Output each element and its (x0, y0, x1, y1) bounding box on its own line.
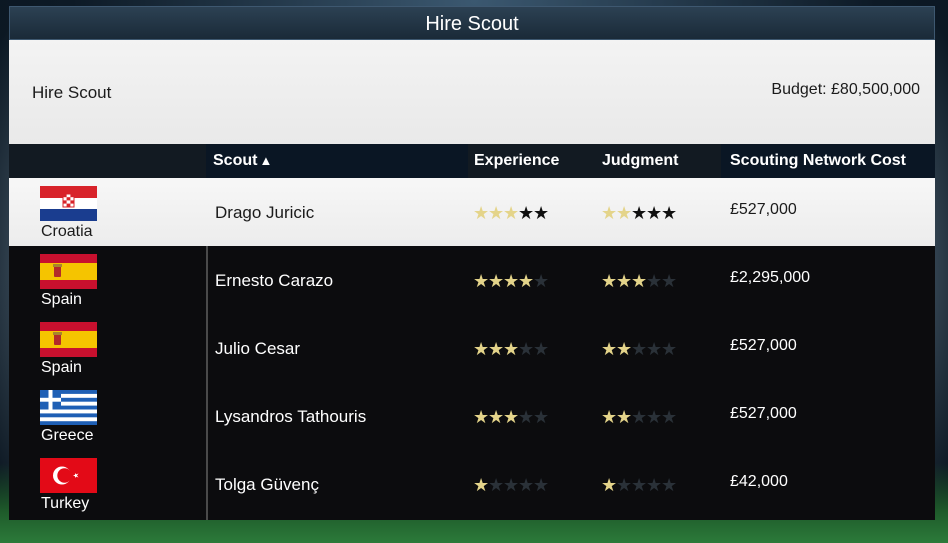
star-empty-icon: ★ (518, 475, 535, 495)
scout-cost: £527,000 (730, 201, 797, 218)
column-header-judgment[interactable]: Judgment (602, 152, 678, 170)
scout-country: Greece (41, 427, 94, 444)
star-empty-icon: ★ (661, 271, 678, 291)
star-filled-icon: ★ (488, 203, 505, 223)
turkey-flag (40, 458, 97, 493)
scout-row[interactable]: Croatia Drago Juricic ★★★★★ ★★★★★ £527,000 (9, 178, 935, 246)
scout-cost: £42,000 (730, 473, 788, 490)
judgment-rating: ★★★★★ (601, 271, 678, 291)
screen-title: Hire Scout (9, 6, 935, 40)
greece-flag (40, 390, 97, 425)
column-header-cost[interactable]: Scouting Network Cost (730, 152, 906, 170)
scout-country: Croatia (41, 223, 93, 240)
judgment-rating: ★★★★★ (601, 407, 678, 427)
star-empty-icon: ★ (533, 339, 550, 359)
star-empty-icon: ★ (646, 407, 663, 427)
star-filled-icon: ★ (503, 339, 520, 359)
judgment-rating: ★★★★★ (601, 475, 678, 495)
scout-name: Julio Cesar (215, 339, 301, 358)
scout-row[interactable]: Spain Julio Cesar ★★★★★ ★★★★★ £527,000 (9, 314, 935, 382)
star-filled-icon: ★ (616, 407, 633, 427)
star-empty-icon: ★ (661, 203, 678, 223)
scout-country: Turkey (41, 495, 90, 512)
star-filled-icon: ★ (473, 339, 490, 359)
star-filled-icon: ★ (616, 271, 633, 291)
star-empty-icon: ★ (631, 407, 648, 427)
scout-row[interactable]: Greece Lysandros Tathouris ★★★★★ ★★★★★ £527,… (9, 382, 935, 450)
column-scout-label: Scout (213, 152, 258, 169)
star-filled-icon: ★ (488, 271, 505, 291)
star-empty-icon: ★ (533, 475, 550, 495)
star-filled-icon: ★ (601, 203, 618, 223)
star-empty-icon: ★ (518, 339, 535, 359)
scout-cost: £2,295,000 (730, 269, 811, 286)
star-filled-icon: ★ (473, 407, 490, 427)
star-filled-icon: ★ (616, 339, 633, 359)
star-filled-icon: ★ (488, 339, 505, 359)
star-filled-icon: ★ (488, 407, 505, 427)
scout-country: Spain (41, 359, 82, 376)
scout-cost: £527,000 (730, 405, 797, 422)
scout-name: Drago Juricic (215, 203, 315, 222)
star-empty-icon: ★ (533, 407, 550, 427)
spain-flag (40, 322, 97, 357)
scout-row[interactable]: Turkey Tolga Güvenç ★★★★★ ★★★★★ £42,000 (9, 450, 935, 518)
star-empty-icon: ★ (488, 475, 505, 495)
star-empty-icon: ★ (616, 475, 633, 495)
star-filled-icon: ★ (503, 203, 520, 223)
scout-country: Spain (41, 291, 82, 308)
scout-name: Lysandros Tathouris (215, 407, 367, 426)
star-filled-icon: ★ (601, 271, 618, 291)
star-filled-icon: ★ (473, 203, 490, 223)
star-filled-icon: ★ (616, 203, 633, 223)
experience-rating: ★★★★★ (473, 203, 550, 223)
sort-ascending-icon: ▲ (259, 153, 273, 168)
star-filled-icon: ★ (473, 271, 490, 291)
star-empty-icon: ★ (503, 475, 520, 495)
star-empty-icon: ★ (533, 271, 550, 291)
experience-rating: ★★★★★ (473, 339, 550, 359)
star-filled-icon: ★ (473, 475, 490, 495)
column-header-scout[interactable]: Scout ▲ (213, 152, 272, 170)
experience-rating: ★★★★★ (473, 407, 550, 427)
table-header: Scout ▲ Experience Judgment Scouting Netw… (9, 144, 935, 178)
star-empty-icon: ★ (631, 475, 648, 495)
column-header-experience[interactable]: Experience (474, 152, 559, 170)
budget-label: Budget: £80,500,000 (771, 81, 920, 98)
star-empty-icon: ★ (646, 339, 663, 359)
scout-row[interactable]: Spain Ernesto Carazo ★★★★★ ★★★★★ £2,295,000 (9, 246, 935, 314)
star-empty-icon: ★ (661, 339, 678, 359)
star-filled-icon: ★ (631, 271, 648, 291)
star-empty-icon: ★ (518, 407, 535, 427)
scout-cost: £527,000 (730, 337, 797, 354)
star-empty-icon: ★ (518, 203, 535, 223)
judgment-rating: ★★★★★ (601, 203, 678, 223)
star-filled-icon: ★ (503, 271, 520, 291)
star-empty-icon: ★ (646, 271, 663, 291)
star-empty-icon: ★ (631, 203, 648, 223)
star-empty-icon: ★ (646, 475, 663, 495)
star-filled-icon: ★ (518, 271, 535, 291)
star-filled-icon: ★ (601, 407, 618, 427)
star-empty-icon: ★ (661, 407, 678, 427)
star-empty-icon: ★ (631, 339, 648, 359)
panel-title: Hire Scout (32, 83, 112, 102)
judgment-rating: ★★★★★ (601, 339, 678, 359)
croatia-flag (40, 186, 97, 221)
star-filled-icon: ★ (601, 339, 618, 359)
scout-table: Scout ▲ Experience Judgment Scouting Netw… (9, 144, 935, 520)
star-filled-icon: ★ (503, 407, 520, 427)
star-filled-icon: ★ (601, 475, 618, 495)
spain-flag (40, 254, 97, 289)
scout-name: Tolga Güvenç (215, 475, 319, 494)
star-empty-icon: ★ (533, 203, 550, 223)
experience-rating: ★★★★★ (473, 475, 550, 495)
experience-rating: ★★★★★ (473, 271, 550, 291)
scout-name: Ernesto Carazo (215, 271, 334, 290)
star-empty-icon: ★ (646, 203, 663, 223)
star-empty-icon: ★ (661, 475, 678, 495)
